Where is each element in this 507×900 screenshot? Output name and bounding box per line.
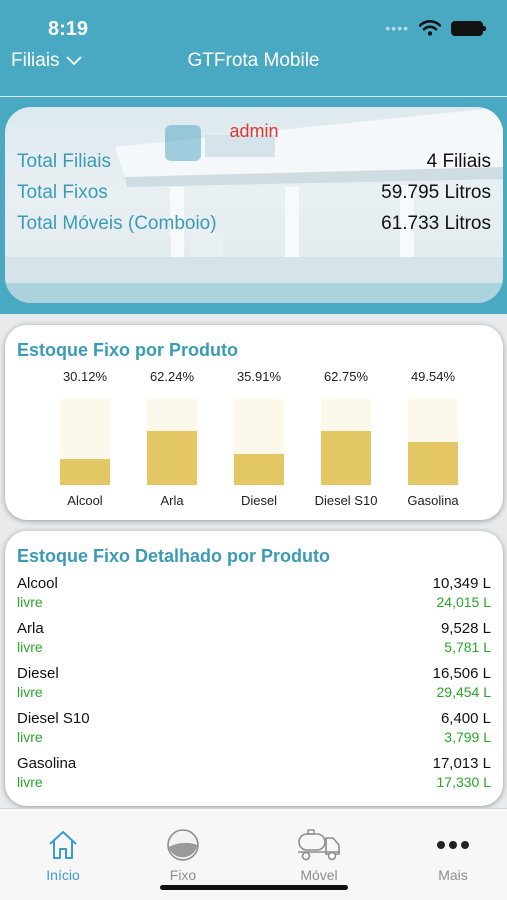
free-amount: 29,454 L <box>436 684 492 700</box>
stock-chart-title: Estoque Fixo por Produto <box>17 340 238 360</box>
summary-label: Total Filiais <box>17 151 111 172</box>
tab-inicio[interactable]: Início <box>0 809 126 900</box>
home-indicator[interactable] <box>160 885 348 890</box>
summary-row-moveis: Total Móveis (Comboio) 61.733 Litros <box>17 213 491 235</box>
bar <box>321 431 371 485</box>
bar-category-label: Diesel S10 <box>314 493 378 508</box>
summary-value: 59.795 Litros <box>381 182 491 203</box>
bar-track <box>234 399 284 485</box>
bar-track <box>60 399 110 485</box>
product-amount: 6,400 L <box>440 710 491 727</box>
bar-value-label: 49.54% <box>410 369 456 384</box>
status-time: 8:19 <box>48 18 89 40</box>
tab-label: Mais <box>438 867 468 883</box>
bar-category-label: Diesel <box>240 493 278 508</box>
signal-icon: •••• <box>385 20 409 36</box>
product-name: Diesel S10 <box>17 710 90 727</box>
more-dots-icon <box>437 841 469 849</box>
free-amount: 5,781 L <box>444 639 491 655</box>
stock-detail-card[interactable]: Estoque Fixo Detalhado por Produto Alcoo… <box>5 531 503 806</box>
bar-column: 62.24% Arla <box>132 369 212 508</box>
free-label: livre <box>17 729 43 745</box>
bar <box>234 454 284 485</box>
summary-value: 4 Filiais <box>426 151 491 172</box>
bar-column: 62.75% Diesel S10 <box>306 369 386 508</box>
product-name: Alcool <box>17 575 58 592</box>
free-amount: 24,015 L <box>436 594 492 610</box>
product-amount: 17,013 L <box>432 755 491 772</box>
summary-card: admin Total Filiais 4 Filiais Total Fixo… <box>5 107 503 303</box>
free-label: livre <box>17 639 43 655</box>
stock-chart-card[interactable]: Estoque Fixo por Produto 30.12% Alcool 62.… <box>5 325 503 520</box>
bar-category-label: Arla <box>160 493 184 508</box>
page-title: GTFrota Mobile <box>187 50 320 71</box>
free-label: livre <box>17 684 43 700</box>
summary-row-filiais: Total Filiais 4 Filiais <box>17 151 491 173</box>
bar-column: 35.91% Diesel <box>219 369 299 508</box>
tanker-truck-icon <box>298 829 340 861</box>
product-row: Diesel S10 6,400 L livre 3,799 L <box>17 710 491 745</box>
product-amount: 16,506 L <box>432 665 491 682</box>
product-name: Diesel <box>17 665 59 682</box>
bar <box>60 459 110 485</box>
bar-value-label: 62.75% <box>323 369 369 384</box>
free-amount: 17,330 L <box>436 774 492 790</box>
bar-value-label: 35.91% <box>236 369 282 384</box>
bar-value-label: 62.24% <box>149 369 195 384</box>
bar-category-label: Alcool <box>67 493 103 508</box>
product-name: Gasolina <box>17 755 77 772</box>
bar-track <box>147 399 197 485</box>
user-name: admin <box>229 121 279 141</box>
stock-detail-title: Estoque Fixo Detalhado por Produto <box>17 546 331 566</box>
product-row: Alcool 10,349 L livre 24,015 L <box>17 575 491 610</box>
home-icon <box>49 831 77 859</box>
summary-section: admin Total Filiais 4 Filiais Total Fixo… <box>0 97 507 314</box>
product-amount: 9,528 L <box>440 620 491 637</box>
bar-column: 49.54% Gasolina <box>393 369 473 508</box>
bar <box>408 442 458 485</box>
bar-category-label: Gasolina <box>407 493 459 508</box>
product-row: Diesel 16,506 L livre 29,454 L <box>17 665 491 700</box>
wifi-icon <box>419 20 441 36</box>
tank-gauge-icon <box>167 829 199 861</box>
summary-label: Total Fixos <box>17 182 108 203</box>
tab-label: Móvel <box>300 867 338 883</box>
bar-track <box>408 399 458 485</box>
product-name: Arla <box>17 620 44 637</box>
product-row: Gasolina 17,013 L livre 17,330 L <box>17 755 491 790</box>
summary-value: 61.733 Litros <box>381 213 491 234</box>
bar-value-label: 30.12% <box>62 369 108 384</box>
free-amount: 3,799 L <box>444 729 491 745</box>
tab-mais[interactable]: Mais <box>390 809 507 900</box>
tab-label: Fixo <box>169 867 197 883</box>
bar-column: 30.12% Alcool <box>45 369 125 508</box>
bar-track <box>321 399 371 485</box>
bar <box>147 431 197 485</box>
product-amount: 10,349 L <box>432 575 491 592</box>
product-row: Arla 9,528 L livre 5,781 L <box>17 620 491 655</box>
summary-label: Total Móveis (Comboio) <box>17 213 217 234</box>
free-label: livre <box>17 774 43 790</box>
battery-icon <box>451 20 486 36</box>
free-label: livre <box>17 594 43 610</box>
tab-label: Início <box>46 867 80 883</box>
summary-row-fixos: Total Fixos 59.795 Litros <box>17 182 491 204</box>
app-header: 8:19 •••• Filiais GTFrota Mobile <box>0 0 507 97</box>
status-icons: •••• <box>385 20 486 36</box>
